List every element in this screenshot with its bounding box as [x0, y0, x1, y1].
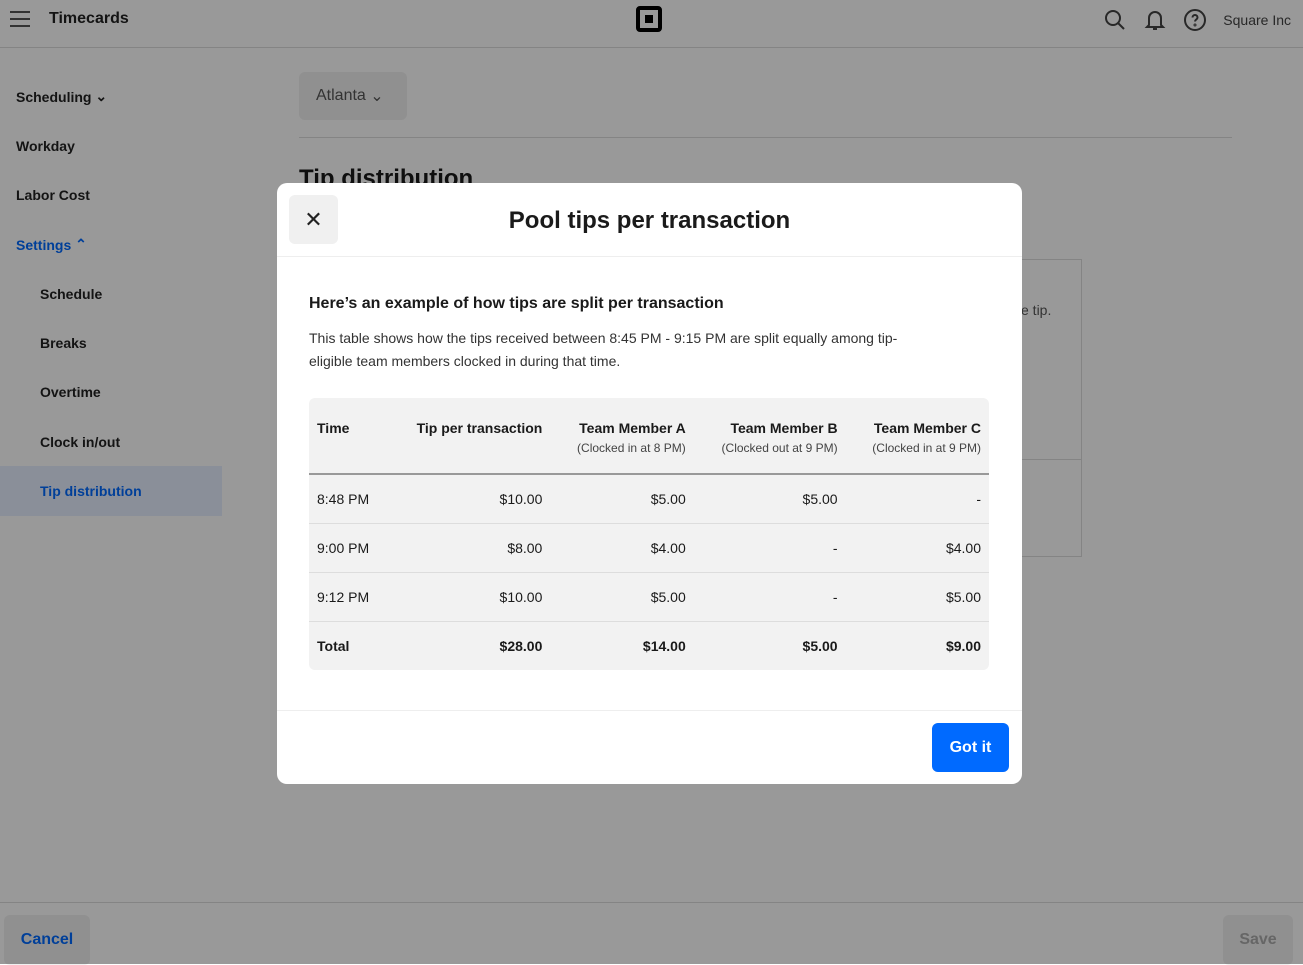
table-cell: - — [845, 474, 989, 524]
table-cell: $5.00 — [693, 474, 846, 524]
column-header: Tip per transaction — [387, 398, 551, 475]
column-sublabel: (Clocked in at 8 PM) — [577, 441, 686, 455]
column-label: Time — [317, 420, 350, 436]
table-cell: $10.00 — [387, 572, 551, 622]
column-label: Tip per transaction — [416, 420, 543, 436]
modal-description: This table shows how the tips received b… — [309, 330, 898, 369]
got-it-button[interactable]: Got it — [932, 723, 1009, 772]
tip-split-table: Time Tip per transaction Team Member A (Clo… — [309, 398, 989, 670]
column-label: Team Member B — [730, 420, 838, 436]
table-cell: $5.00 — [802, 637, 838, 654]
column-sublabel: (Clocked out at 9 PM) — [721, 441, 838, 455]
table-cell: $14.00 — [642, 637, 686, 654]
table-cell: $9.00 — [945, 637, 981, 654]
table-cell: $5.00 — [550, 572, 694, 622]
column-header: Team Member C (Clocked in at 9 PM) — [845, 398, 989, 475]
column-label: Team Member C — [873, 420, 981, 436]
pool-tips-modal: ✕ Pool tips per transaction Here’s an ex… — [277, 183, 1022, 784]
table-cell: 9:12 PM — [309, 572, 388, 622]
table-cell: 9:00 PM — [309, 523, 388, 573]
table-cell: - — [693, 572, 846, 622]
column-header: Team Member B (Clocked out at 9 PM) — [693, 398, 846, 475]
table-row: 9:00 PM $8.00 $4.00- $4.00 — [309, 523, 989, 573]
table-cell: Total — [317, 637, 350, 654]
column-header: Team Member A (Clocked in at 8 PM) — [550, 398, 694, 475]
column-label: Team Member A — [579, 420, 686, 436]
modal-heading: Here’s an example of how tips are split … — [309, 295, 724, 312]
table-cell: $5.00 — [550, 474, 694, 524]
table-cell: $4.00 — [845, 523, 989, 573]
table-row: 9:12 PM $10.00 $5.00- $5.00 — [309, 572, 989, 622]
table-cell: - — [693, 523, 846, 573]
table-cell: $4.00 — [550, 523, 694, 573]
column-header: Time — [309, 398, 388, 475]
total-row: Total $28.00 $14.00 $5.00 $9.00 — [309, 621, 989, 670]
table-row: 8:48 PM $10.00 $5.00 $5.00- — [309, 474, 989, 524]
table-cell: $10.00 — [387, 474, 551, 524]
table-cell: $8.00 — [387, 523, 551, 573]
table-cell: $28.00 — [499, 637, 543, 654]
table-cell: 8:48 PM — [309, 474, 388, 524]
column-sublabel: (Clocked in at 9 PM) — [872, 441, 981, 455]
table-cell: $5.00 — [845, 572, 989, 622]
modal-title: Pool tips per transaction — [508, 207, 791, 234]
